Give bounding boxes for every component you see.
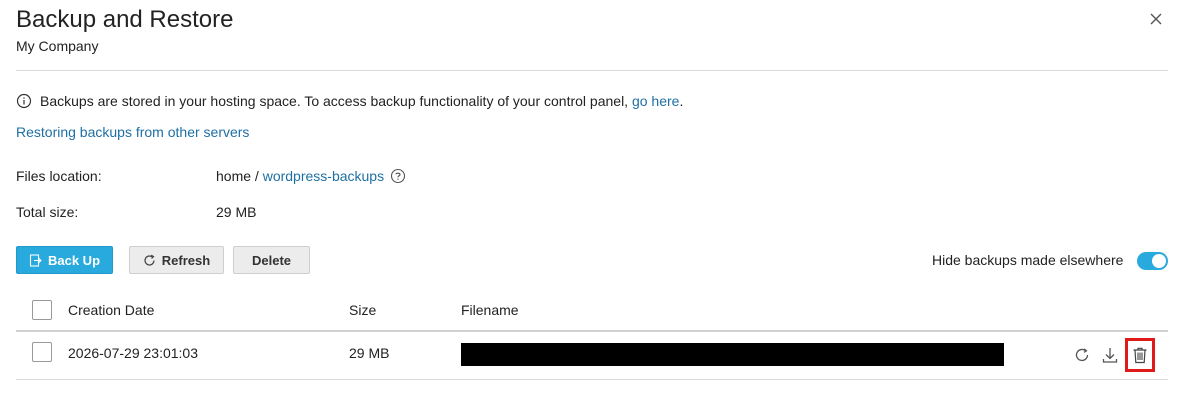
backup-button[interactable]: Back Up bbox=[16, 246, 113, 274]
header-divider bbox=[16, 70, 1168, 71]
restore-icon[interactable] bbox=[1073, 346, 1091, 364]
select-all-checkbox[interactable] bbox=[32, 300, 52, 320]
delete-button[interactable]: Delete bbox=[233, 246, 310, 274]
refresh-icon bbox=[143, 254, 156, 267]
files-location-folder-link[interactable]: wordpress-backups bbox=[263, 168, 384, 184]
files-location-root: home bbox=[216, 168, 252, 184]
backup-icon bbox=[29, 253, 42, 267]
info-icon bbox=[16, 93, 32, 109]
go-here-link[interactable]: go here bbox=[632, 93, 679, 109]
row-filename-redacted bbox=[461, 343, 1004, 366]
column-header-creation-date[interactable]: Creation Date bbox=[68, 302, 154, 318]
table-header-divider bbox=[16, 330, 1168, 332]
restore-other-servers-link[interactable]: Restoring backups from other servers bbox=[16, 124, 249, 140]
page-title: Backup and Restore bbox=[16, 6, 234, 33]
files-location-value: home / wordpress-backups bbox=[216, 168, 406, 184]
files-location-separator: / bbox=[251, 168, 263, 184]
row-creation-date: 2026-07-29 23:01:03 bbox=[68, 345, 198, 361]
refresh-button[interactable]: Refresh bbox=[129, 246, 224, 274]
close-icon[interactable] bbox=[1147, 10, 1165, 28]
delete-highlight-box bbox=[1125, 338, 1155, 372]
info-trailing: . bbox=[679, 93, 684, 109]
delete-button-label: Delete bbox=[251, 252, 292, 268]
column-header-filename[interactable]: Filename bbox=[461, 302, 519, 318]
row-size: 29 MB bbox=[349, 345, 390, 361]
page-subtitle: My Company bbox=[16, 38, 99, 54]
table-bottom-divider bbox=[16, 379, 1168, 380]
info-message: Backups are stored in your hosting space… bbox=[16, 93, 683, 109]
refresh-button-label: Refresh bbox=[161, 252, 211, 268]
info-text: Backups are stored in your hosting space… bbox=[40, 93, 632, 109]
backup-button-label: Back Up bbox=[47, 252, 101, 268]
total-size-value: 29 MB bbox=[216, 204, 257, 220]
hide-backups-toggle[interactable] bbox=[1137, 252, 1168, 270]
column-header-size[interactable]: Size bbox=[349, 302, 376, 318]
files-location-label: Files location: bbox=[16, 168, 102, 184]
download-icon[interactable] bbox=[1101, 346, 1119, 364]
hide-backups-label: Hide backups made elsewhere bbox=[932, 252, 1124, 268]
row-checkbox[interactable] bbox=[32, 342, 52, 362]
help-icon[interactable] bbox=[390, 168, 406, 184]
total-size-label: Total size: bbox=[16, 204, 79, 220]
